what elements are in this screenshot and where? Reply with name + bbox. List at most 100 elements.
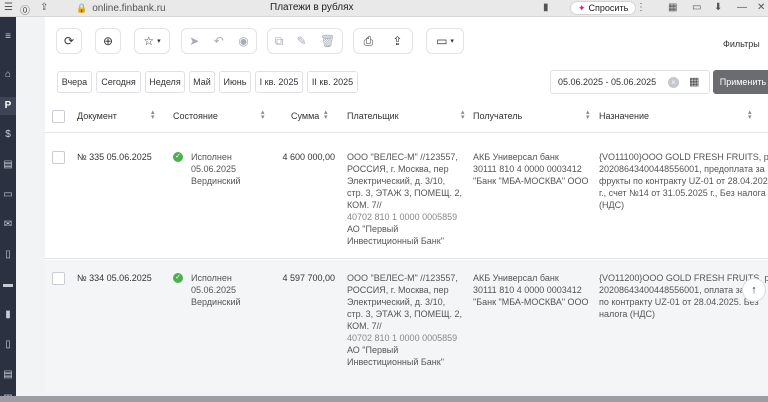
contracts-icon[interactable]: ▤ xyxy=(0,369,16,380)
row-checkbox[interactable] xyxy=(52,151,65,164)
close-icon[interactable]: ✕ xyxy=(757,2,765,13)
recipient-line: 30111 810 4 0000 0003412 xyxy=(473,285,582,295)
period-may[interactable]: Май xyxy=(189,71,215,93)
document-number: № 335 05.06.2025 xyxy=(77,152,152,162)
favorites-button[interactable]: ☆ ▾ xyxy=(134,28,170,54)
status-user: Вердинский xyxy=(191,297,241,307)
period-june[interactable]: Июнь xyxy=(219,71,251,93)
minimize-icon[interactable]: — xyxy=(737,2,747,13)
header-status[interactable]: Состояние xyxy=(173,111,218,121)
address-bar[interactable]: 🔒 online.finbank.ru xyxy=(76,1,166,15)
sort-icon[interactable]: ▴ ▾ xyxy=(261,109,265,121)
battery-icon[interactable]: ▭ xyxy=(692,2,701,13)
period-week[interactable]: Неделя xyxy=(145,71,185,93)
export-icon[interactable]: ⇪ xyxy=(392,34,402,48)
table-row[interactable]: № 334 05.06.2025 ✓ Исполнен 05.06.2025 В… xyxy=(45,260,768,392)
refresh-button[interactable]: ⟳ xyxy=(56,28,82,54)
sort-icon[interactable]: ▴ ▾ xyxy=(324,109,328,121)
amount: 4 597 700,00 xyxy=(282,273,335,283)
header-document[interactable]: Документ xyxy=(77,111,117,121)
payments-panel: ⟳ ⊕ ☆ ▾ ➤ ↶ ◉ ⧉ ✎ 🗑 ⎙ ⇪ ▭ ▾ Фильтры Вчера … xyxy=(45,17,768,392)
payer-line: РОССИЯ, г. Москва, пер xyxy=(347,164,449,174)
sidebar-toggle-icon[interactable]: ☰ xyxy=(4,2,13,13)
period-q1[interactable]: I кв. 2025 xyxy=(255,71,303,93)
payer-cell: ООО "ВЕЛЕС-М" //123557, РОССИЯ, г. Москв… xyxy=(347,151,462,247)
payer-bank: АО "Первый xyxy=(347,224,399,234)
recipient-cell: АКБ Универсал банк 30111 810 4 0000 0003… xyxy=(473,151,589,187)
payer-account: 40702 810 1 0000 0005859 xyxy=(347,212,458,222)
table-row[interactable]: № 335 05.06.2025 ✓ Исполнен 05.06.2025 В… xyxy=(45,142,768,259)
header-payer[interactable]: Плательщик xyxy=(347,111,399,121)
documents-icon[interactable]: ▤ xyxy=(0,159,16,170)
edit-icon[interactable]: ✎ xyxy=(297,34,307,48)
browser-toolbar: ☰ ⓪ ⇪ 🔒 online.finbank.ru Платежи в рубл… xyxy=(0,0,768,17)
cards-icon[interactable]: ▭ xyxy=(0,189,16,200)
sort-icon[interactable]: ▴ ▾ xyxy=(151,109,155,121)
print-export-group: ⎙ ⇪ xyxy=(353,28,413,54)
sort-icon[interactable]: ▴ ▾ xyxy=(748,109,752,121)
statement-icon[interactable]: ▯ xyxy=(0,249,16,260)
period-yesterday[interactable]: Вчера xyxy=(57,71,92,93)
more-icon[interactable]: ⋮ xyxy=(636,2,646,13)
scroll-to-top-button[interactable]: ↑ xyxy=(742,278,766,302)
status-date: 05.06.2025 xyxy=(191,164,237,174)
table-header: Документ ▴ ▾ Состояние ▴ ▾ Сумма ▴ ▾ Плател… xyxy=(45,97,768,133)
header-recipient[interactable]: Получатель xyxy=(473,111,522,121)
select-all-checkbox[interactable] xyxy=(52,110,65,123)
phone-icon[interactable]: ▯ xyxy=(0,339,16,350)
folder-icon[interactable]: ▬ xyxy=(0,279,16,290)
view-icon[interactable]: ◉ xyxy=(238,34,248,48)
reports-icon[interactable]: ▮ xyxy=(0,309,16,320)
send-icon[interactable]: ➤ xyxy=(189,34,199,48)
currency-icon[interactable]: $ xyxy=(0,129,16,140)
calendar-icon[interactable]: ▦ xyxy=(689,75,699,88)
yandex-icon[interactable]: ⓪ xyxy=(20,2,30,17)
header-amount[interactable]: Сумма xyxy=(291,111,319,121)
payer-bank: Инвестиционный Банк" xyxy=(347,236,444,246)
purpose-line: по контракту UZ-01 от 28.04.2025. Без xyxy=(599,297,759,307)
clear-icon[interactable]: × xyxy=(668,77,679,88)
edit-group: ⧉ ✎ 🗑 xyxy=(267,28,343,54)
lock-icon: 🔒 xyxy=(76,2,88,13)
mail-icon[interactable]: ✉ xyxy=(0,219,16,230)
extension-icon[interactable]: ▦ xyxy=(668,2,677,13)
date-range-input[interactable]: 05.06.2025 - 05.06.2025 × ▦ xyxy=(550,70,710,94)
row-checkbox[interactable] xyxy=(52,272,65,285)
payer-line: стр. 3, ЭТАЖ 3, ПОМЕЩ. 2, xyxy=(347,188,463,198)
app-sidebar: ≡ ⌂ Р $ ▤ ▭ ✉ ▯ ▬ ▮ ▯ ▤ ▦ xyxy=(0,17,16,402)
purpose-line: 20208643400448556001, предоплата за xyxy=(599,164,765,174)
period-q2[interactable]: II кв. 2025 xyxy=(307,71,358,93)
check-circle-icon: ✓ xyxy=(173,273,183,283)
rub-payments-icon[interactable]: Р xyxy=(0,97,16,115)
star-icon: ☆ xyxy=(143,34,155,48)
payer-line: стр. 3, ЭТАЖ 3, ПОМЕЩ. 2, xyxy=(347,309,463,319)
copy-icon[interactable]: ⧉ xyxy=(275,34,284,49)
period-today[interactable]: Сегодня xyxy=(96,71,141,93)
revoke-icon[interactable]: ↶ xyxy=(214,34,224,48)
header-purpose[interactable]: Назначение xyxy=(599,111,649,121)
sort-icon[interactable]: ▴ ▾ xyxy=(461,109,465,121)
horizontal-scrollbar[interactable] xyxy=(0,396,768,402)
payer-bank: АО "Первый xyxy=(347,345,399,355)
delete-icon[interactable]: 🗑 xyxy=(320,34,335,48)
print-icon[interactable]: ⎙ xyxy=(364,34,374,49)
purpose-line: налога (НДС) xyxy=(599,309,656,319)
bookmark-icon[interactable]: ▮ xyxy=(543,2,549,13)
chevron-down-icon: ▾ xyxy=(157,38,161,45)
home-icon[interactable]: ⌂ xyxy=(0,69,16,80)
tray-icon: ▭ xyxy=(436,34,448,48)
import-button[interactable]: ▭ ▾ xyxy=(426,28,464,54)
filters-toggle[interactable]: Фильтры xyxy=(723,39,760,49)
purpose-line: фрукты по контракту UZ-01 от 28.04.2025 xyxy=(599,176,768,186)
recipient-line: АКБ Универсал банк xyxy=(473,152,559,162)
downloads-icon[interactable]: ⬇ xyxy=(714,2,722,13)
status-text: Исполнен xyxy=(191,273,232,283)
sort-icon[interactable]: ▴ ▾ xyxy=(586,109,590,121)
share-icon[interactable]: ⇪ xyxy=(40,2,48,13)
menu-icon[interactable]: ≡ xyxy=(0,31,16,42)
create-button[interactable]: ⊕ xyxy=(95,28,121,54)
ask-button[interactable]: ✦ Спросить xyxy=(570,1,637,15)
status-user: Вердинский xyxy=(191,176,241,186)
apply-button[interactable]: Применить xyxy=(713,70,768,94)
check-circle-icon: ✓ xyxy=(173,152,183,162)
